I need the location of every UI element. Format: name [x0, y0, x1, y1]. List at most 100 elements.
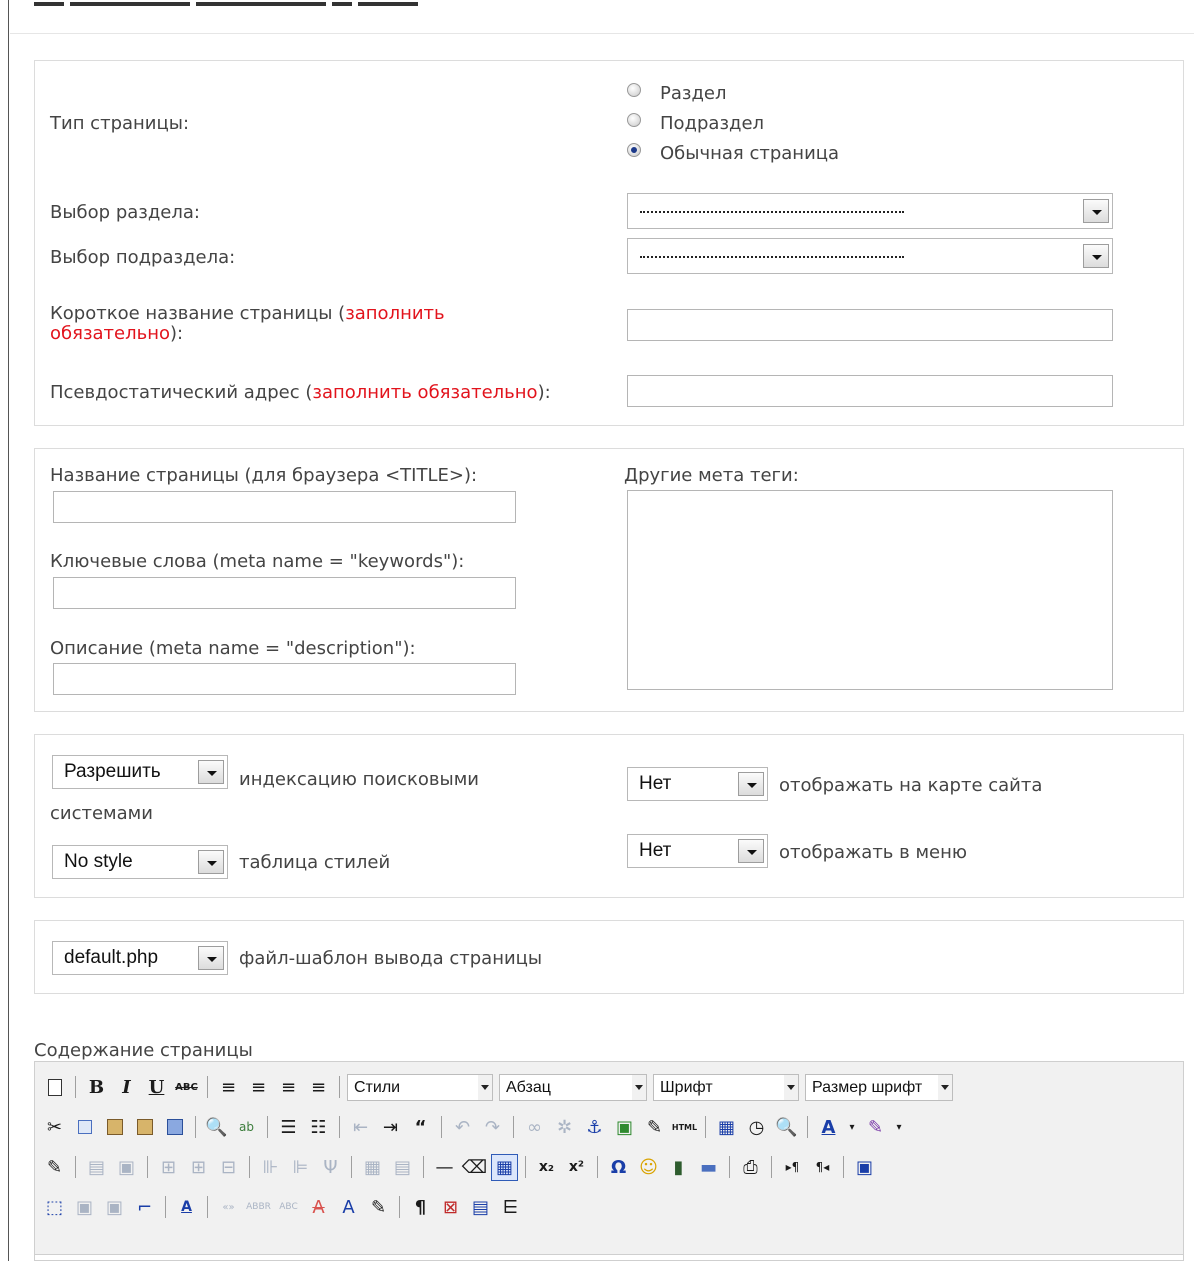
font-size-combo[interactable]: Размер шрифт [805, 1073, 953, 1101]
sitemap-select[interactable]: Нет [627, 767, 768, 801]
merge-cells-icon[interactable]: ▤ [389, 1154, 416, 1181]
copy-icon[interactable] [71, 1114, 98, 1141]
replace-icon[interactable]: ab [233, 1114, 260, 1141]
chevron-down-icon[interactable]: ▾ [892, 1114, 906, 1141]
template-select[interactable]: default.php [52, 941, 228, 975]
html-source-icon[interactable]: HTML [671, 1114, 698, 1141]
chevron-down-icon[interactable] [1083, 244, 1109, 268]
bold-icon[interactable]: B [83, 1074, 110, 1101]
superscript-icon[interactable]: x² [563, 1154, 590, 1181]
insert-row-before-icon[interactable]: ⊞ [155, 1154, 182, 1181]
rtl-icon[interactable]: ¶◂ [809, 1154, 836, 1181]
paste-word-icon[interactable] [161, 1114, 188, 1141]
underline-icon[interactable]: U [143, 1074, 170, 1101]
insert-time-icon[interactable]: ◷ [743, 1114, 770, 1141]
remove-format-icon[interactable]: ⌫ [461, 1154, 488, 1181]
section-select[interactable] [627, 193, 1113, 229]
pseudo-address-input[interactable] [627, 375, 1113, 407]
media-icon[interactable]: ▮ [665, 1154, 692, 1181]
insert-col-after-icon[interactable]: ⊫ [287, 1154, 314, 1181]
insert-row-after-icon[interactable]: ⊞ [185, 1154, 212, 1181]
chevron-down-icon[interactable] [784, 1074, 798, 1100]
description-meta-input[interactable] [53, 663, 516, 695]
horizontal-rule-icon[interactable]: — [431, 1154, 458, 1181]
chevron-down-icon[interactable] [1083, 199, 1109, 223]
chevron-down-icon[interactable] [738, 772, 764, 796]
text-color-icon[interactable]: A [815, 1114, 842, 1141]
stylesheet-select[interactable]: No style [52, 845, 228, 879]
align-justify-icon[interactable]: ≡ [305, 1074, 332, 1101]
nonbreaking-space-icon[interactable]: ⊠ [437, 1194, 464, 1221]
chevron-down-icon[interactable] [198, 850, 224, 874]
editor-content-area[interactable] [35, 1254, 1183, 1260]
unlink-icon[interactable]: ✲ [551, 1114, 578, 1141]
bullet-list-icon[interactable]: ☰ [275, 1114, 302, 1141]
image-icon[interactable]: ▣ [611, 1114, 638, 1141]
page-break-icon[interactable]: ⋿ [497, 1194, 524, 1221]
strikethrough-icon[interactable]: ABC [173, 1074, 200, 1101]
blockquote-icon[interactable]: “ [407, 1114, 434, 1141]
align-left-icon[interactable]: ≡ [215, 1074, 242, 1101]
keywords-meta-input[interactable] [53, 577, 516, 609]
paste-text-icon[interactable] [131, 1114, 158, 1141]
paste-icon[interactable] [101, 1114, 128, 1141]
indent-icon[interactable]: ⇥ [377, 1114, 404, 1141]
template-icon[interactable]: ▤ [467, 1194, 494, 1221]
cut-icon[interactable]: ✂ [41, 1114, 68, 1141]
edit-css-icon[interactable]: ✎ [41, 1154, 68, 1181]
delete-col-icon[interactable]: Ψ [317, 1154, 344, 1181]
redo-icon[interactable]: ↷ [479, 1114, 506, 1141]
chevron-down-icon[interactable] [198, 946, 224, 970]
font-combo[interactable]: Шрифт [653, 1073, 799, 1101]
link-icon[interactable]: ∞ [521, 1114, 548, 1141]
delete-text-icon[interactable]: A [305, 1194, 332, 1221]
cite-icon[interactable]: «» [215, 1194, 242, 1221]
short-name-input[interactable] [627, 309, 1113, 341]
cell-props-icon[interactable]: ▣ [113, 1154, 140, 1181]
paragraph-combo[interactable]: Абзац [499, 1073, 647, 1101]
table-icon[interactable]: ▦ [491, 1153, 518, 1181]
find-icon[interactable]: 🔍 [203, 1114, 230, 1141]
radio-subsection[interactable] [627, 113, 641, 127]
abbr-icon[interactable]: ABBR [245, 1194, 272, 1221]
insert-col-before-icon[interactable]: ⊪ [257, 1154, 284, 1181]
visual-chars-icon[interactable]: ¶ [407, 1194, 434, 1221]
insert-layer-icon[interactable]: ⬚ [41, 1194, 68, 1221]
align-right-icon[interactable]: ≡ [275, 1074, 302, 1101]
chevron-down-icon[interactable] [938, 1074, 952, 1100]
row-props-icon[interactable]: ▤ [83, 1154, 110, 1181]
undo-icon[interactable]: ↶ [449, 1114, 476, 1141]
menu-select[interactable]: Нет [627, 834, 768, 868]
acronym-icon[interactable]: ABC [275, 1194, 302, 1221]
subsection-select[interactable] [627, 238, 1113, 274]
delete-row-icon[interactable]: ⊟ [215, 1154, 242, 1181]
attributes-icon[interactable]: ✎ [365, 1194, 392, 1221]
print-icon[interactable]: ⎙ [737, 1154, 764, 1181]
styleprops-icon[interactable]: A [173, 1194, 200, 1221]
cleanup-icon[interactable]: ✎ [641, 1114, 668, 1141]
absolute-position-icon[interactable]: ⌐ [131, 1194, 158, 1221]
split-cells-icon[interactable]: ▦ [359, 1154, 386, 1181]
insert-date-icon[interactable]: ▦ [713, 1114, 740, 1141]
subscript-icon[interactable]: x₂ [533, 1154, 560, 1181]
numbered-list-icon[interactable]: ☷ [305, 1114, 332, 1141]
radio-regular-page[interactable] [627, 143, 641, 157]
insert-text-icon[interactable]: A [335, 1194, 362, 1221]
other-meta-textarea[interactable] [627, 490, 1113, 690]
non-breaking-icon[interactable]: ▬ [695, 1154, 722, 1181]
styles-combo[interactable]: Стили [347, 1073, 493, 1101]
outdent-icon[interactable]: ⇤ [347, 1114, 374, 1141]
chevron-down-icon[interactable] [478, 1074, 492, 1100]
ltr-icon[interactable]: ▸¶ [779, 1154, 806, 1181]
chevron-down-icon[interactable]: ▾ [845, 1114, 859, 1141]
radio-section[interactable] [627, 83, 641, 97]
fullscreen-icon[interactable]: ▣ [851, 1154, 878, 1181]
special-char-icon[interactable]: Ω [605, 1154, 632, 1181]
preview-icon[interactable]: 🔍 [773, 1114, 800, 1141]
chevron-down-icon[interactable] [738, 839, 764, 863]
anchor-icon[interactable]: ⚓ [581, 1114, 608, 1141]
chevron-down-icon[interactable] [632, 1074, 646, 1100]
title-meta-input[interactable] [53, 491, 516, 523]
move-forward-icon[interactable]: ▣ [71, 1194, 98, 1221]
move-backward-icon[interactable]: ▣ [101, 1194, 128, 1221]
